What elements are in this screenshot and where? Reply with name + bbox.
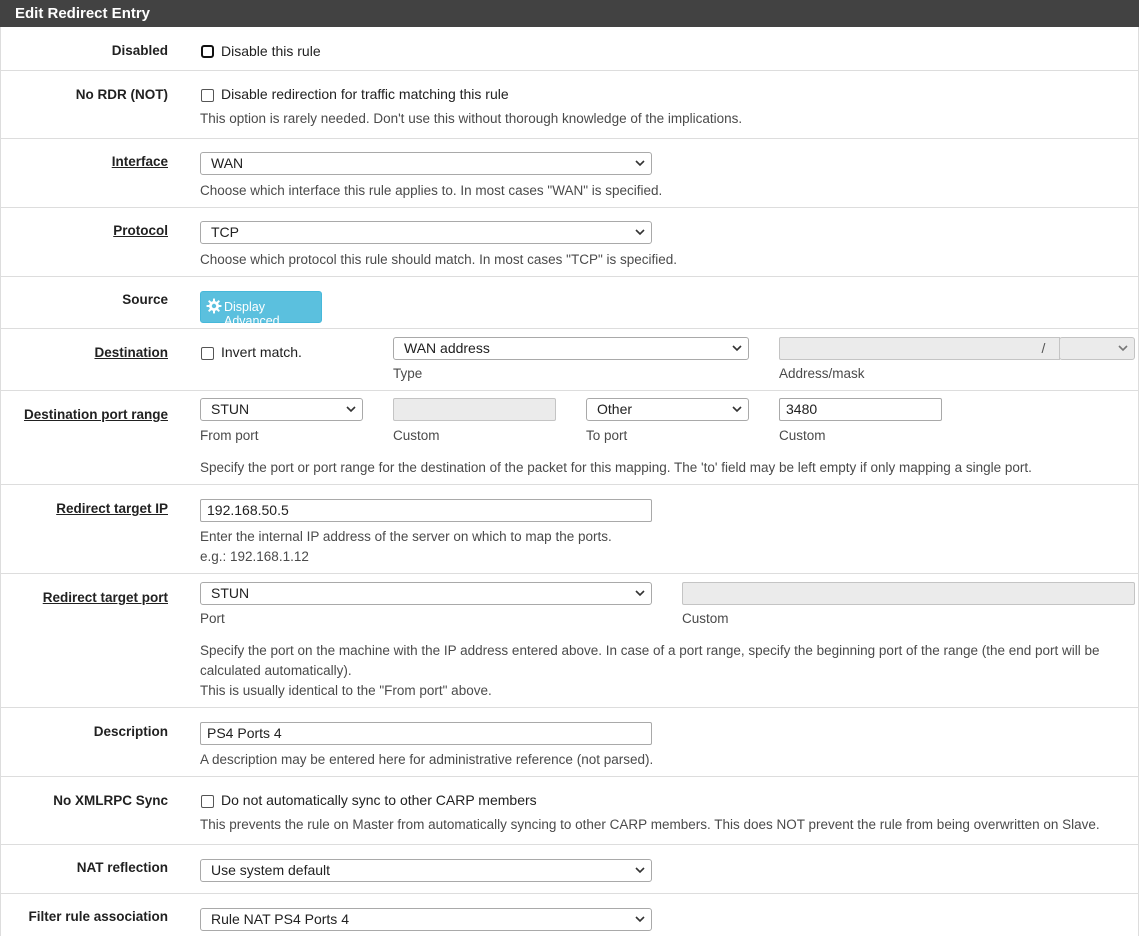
- xmlrpc-checkbox[interactable]: [201, 795, 214, 808]
- to-port-value: Other: [597, 401, 633, 417]
- description-label: Description: [93, 724, 168, 739]
- interface-help: Choose which interface this rule applies…: [200, 183, 663, 198]
- row-disabled: Disabled Disable this rule: [0, 27, 1139, 71]
- gear-icon: [206, 298, 222, 314]
- target-port-caption: Port: [200, 611, 225, 626]
- row-source: Source Display Advanced: [0, 277, 1139, 329]
- row-protocol: Protocol TCP Choose which protocol this …: [0, 208, 1139, 277]
- destination-label: Destination: [94, 345, 168, 360]
- address-slash: /: [1028, 337, 1060, 360]
- description-help: A description may be entered here for ad…: [200, 752, 654, 767]
- row-interface: Interface WAN Choose which interface thi…: [0, 139, 1139, 208]
- destination-port-help: Specify the port or port range for the d…: [200, 460, 1032, 475]
- target-port-label: Redirect target port: [42, 590, 168, 605]
- from-port-value: STUN: [211, 401, 250, 417]
- protocol-help: Choose which protocol this rule should m…: [200, 252, 678, 267]
- filter-assoc-label: Filter rule association: [28, 909, 168, 924]
- description-input[interactable]: PS4 Ports 4: [200, 722, 652, 745]
- target-port-help-3: This is usually identical to the "From p…: [200, 683, 492, 698]
- chevron-down-icon: [1118, 345, 1128, 352]
- filter-assoc-select[interactable]: Rule NAT PS4 Ports 4: [200, 908, 652, 931]
- chevron-down-icon: [635, 867, 645, 874]
- from-port-custom-input[interactable]: [393, 398, 556, 421]
- xmlrpc-help: This prevents the rule on Master from au…: [200, 817, 1100, 832]
- chevron-down-icon: [635, 590, 645, 597]
- destination-type-value: WAN address: [404, 340, 490, 356]
- nordr-checkbox[interactable]: [201, 89, 214, 102]
- to-port-caption: To port: [586, 428, 628, 443]
- target-ip-example: e.g.: 192.168.1.12: [200, 549, 309, 564]
- row-target-ip: Redirect target IP 192.168.50.5 Enter th…: [0, 485, 1139, 574]
- row-destination: Destination Invert match. WAN address Ty…: [0, 329, 1139, 391]
- destination-type-select[interactable]: WAN address: [393, 337, 749, 360]
- interface-select[interactable]: WAN: [200, 152, 652, 175]
- nordr-checkbox-label[interactable]: Disable redirection for traffic matching…: [221, 86, 509, 102]
- target-port-help-2: calculated automatically).: [200, 663, 352, 678]
- row-nat-reflection: NAT reflection Use system default: [0, 845, 1139, 894]
- target-port-help-1: Specify the port on the machine with the…: [200, 643, 1100, 658]
- display-advanced-button[interactable]: Display Advanced: [200, 291, 322, 328]
- destination-address-caption: Address/mask: [779, 366, 865, 381]
- disabled-checkbox[interactable]: [201, 45, 214, 58]
- from-port-select[interactable]: STUN: [200, 398, 363, 421]
- chevron-down-icon: [635, 160, 645, 167]
- to-port-select[interactable]: Other: [586, 398, 749, 421]
- protocol-select[interactable]: TCP: [200, 221, 652, 244]
- row-target-port: Redirect target port STUN Port Custom Sp…: [0, 574, 1139, 708]
- destination-address-input[interactable]: [779, 337, 1029, 360]
- destination-mask-select[interactable]: [1059, 337, 1135, 360]
- chevron-down-icon: [346, 406, 356, 413]
- row-filter-assoc: Filter rule association Rule NAT PS4 Por…: [0, 894, 1139, 936]
- xmlrpc-label: No XMLRPC Sync: [53, 793, 168, 808]
- disabled-label: Disabled: [111, 43, 168, 58]
- row-xmlrpc: No XMLRPC Sync Do not automatically sync…: [0, 777, 1139, 845]
- chevron-down-icon: [732, 345, 742, 352]
- row-destination-port: Destination port range STUN From port Cu…: [0, 391, 1139, 485]
- invert-match-label[interactable]: Invert match.: [221, 344, 302, 360]
- target-ip-input[interactable]: 192.168.50.5: [200, 499, 652, 522]
- display-advanced-label: Display Advanced: [224, 300, 280, 328]
- nat-reflection-label: NAT reflection: [76, 860, 168, 875]
- protocol-label: Protocol: [113, 223, 168, 238]
- disabled-checkbox-label[interactable]: Disable this rule: [221, 43, 321, 59]
- nat-reflection-value: Use system default: [211, 862, 331, 878]
- nordr-label: No RDR (NOT): [75, 87, 168, 102]
- protocol-select-value: TCP: [211, 224, 239, 240]
- interface-label: Interface: [111, 154, 168, 169]
- destination-type-caption: Type: [393, 366, 423, 381]
- xmlrpc-checkbox-label[interactable]: Do not automatically sync to other CARP …: [221, 792, 537, 808]
- invert-match-checkbox[interactable]: [201, 347, 214, 360]
- filter-assoc-value: Rule NAT PS4 Ports 4: [211, 911, 349, 927]
- chevron-down-icon: [732, 406, 742, 413]
- row-description: Description PS4 Ports 4 A description ma…: [0, 708, 1139, 777]
- target-port-custom-input[interactable]: [682, 582, 1135, 605]
- to-port-custom-caption: Custom: [779, 428, 826, 443]
- chevron-down-icon: [635, 229, 645, 236]
- destination-port-label: Destination port range: [23, 407, 168, 422]
- nordr-help: This option is rarely needed. Don't use …: [200, 111, 743, 126]
- row-nordr: No RDR (NOT) Disable redirection for tra…: [0, 71, 1139, 139]
- source-label: Source: [122, 292, 168, 307]
- target-port-value: STUN: [211, 585, 250, 601]
- panel-title: Edit Redirect Entry: [0, 0, 1139, 27]
- target-ip-label: Redirect target IP: [56, 501, 168, 516]
- target-ip-help: Enter the internal IP address of the ser…: [200, 529, 612, 544]
- target-port-select[interactable]: STUN: [200, 582, 652, 605]
- nat-reflection-select[interactable]: Use system default: [200, 859, 652, 882]
- chevron-down-icon: [635, 916, 645, 923]
- from-port-custom-caption: Custom: [393, 428, 440, 443]
- interface-select-value: WAN: [211, 155, 244, 171]
- to-port-custom-input[interactable]: 3480: [779, 398, 942, 421]
- target-port-custom-caption: Custom: [682, 611, 729, 626]
- from-port-caption: From port: [200, 428, 259, 443]
